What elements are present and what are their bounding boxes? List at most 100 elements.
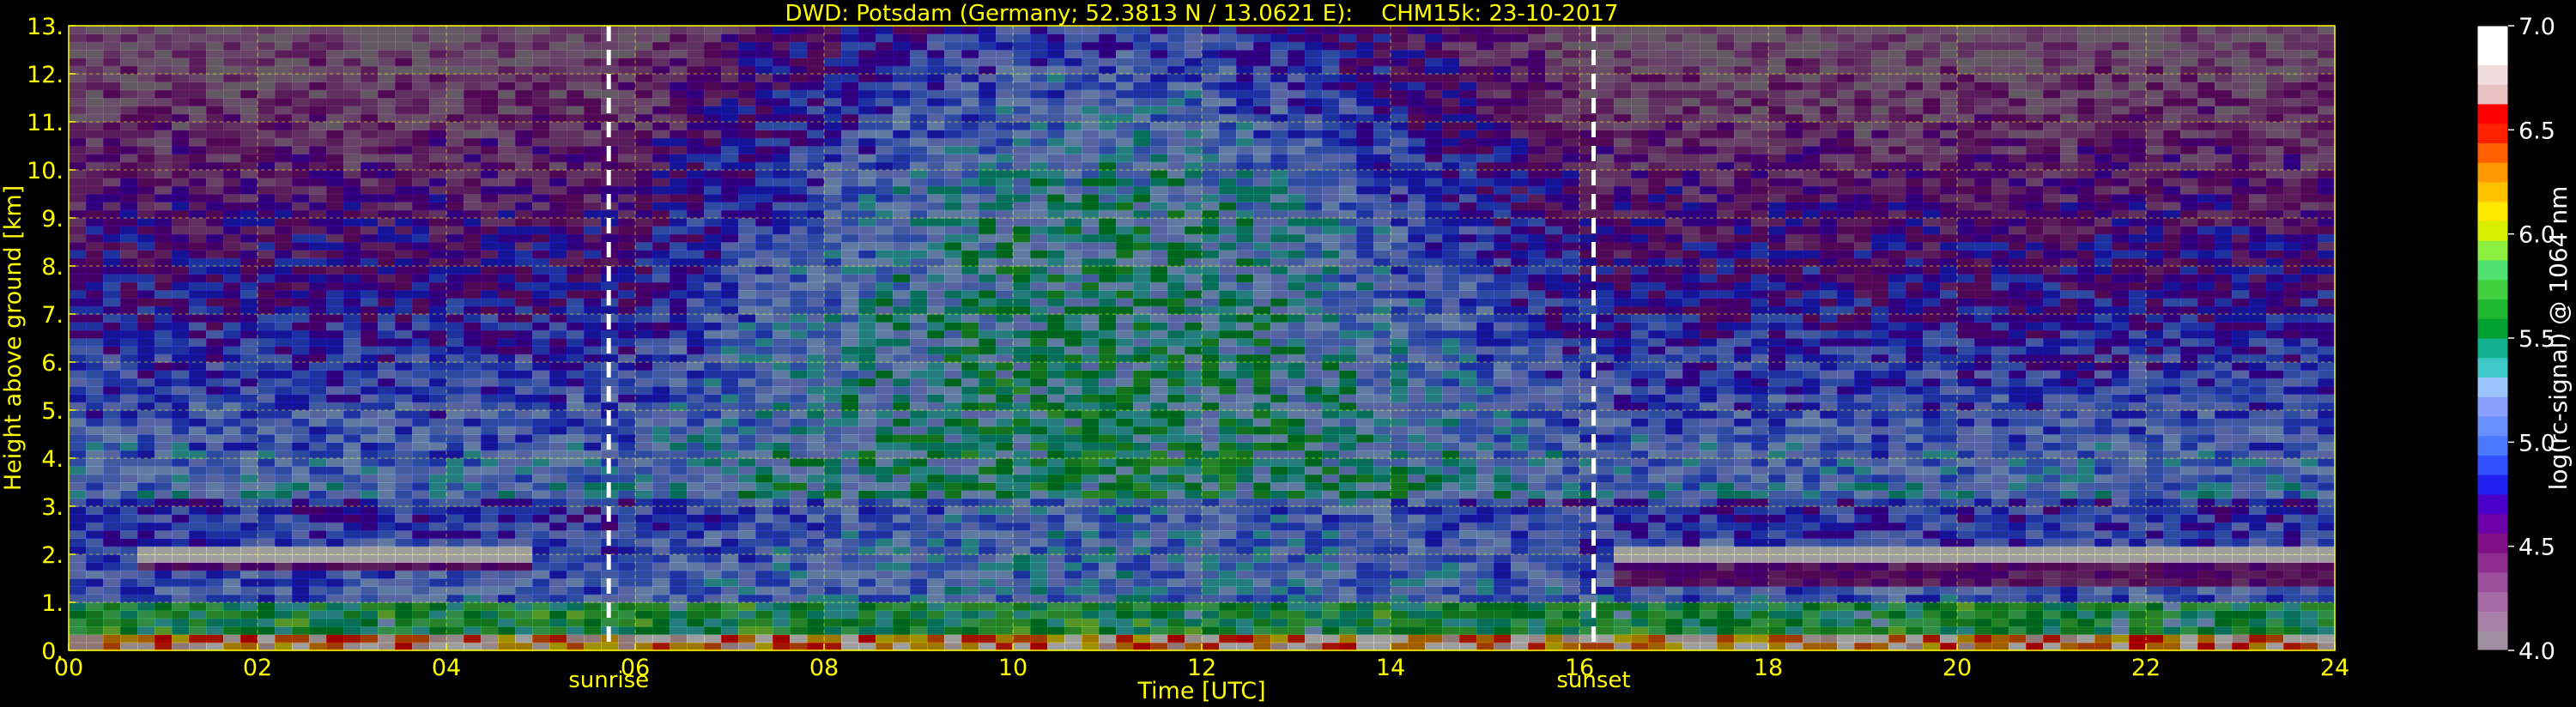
heatmap-cell: [961, 570, 979, 579]
heatmap-cell: [996, 218, 1014, 227]
heatmap-cell: [1013, 226, 1031, 235]
heatmap-cell: [515, 266, 533, 275]
heatmap-cell: [275, 410, 293, 419]
heatmap-cell: [137, 562, 155, 571]
heatmap-cell: [103, 362, 121, 371]
heatmap-cell: [1116, 122, 1134, 130]
heatmap-cell: [824, 298, 842, 307]
heatmap-cell: [755, 137, 773, 147]
heatmap-cell: [996, 554, 1014, 563]
heatmap-cell: [979, 634, 997, 644]
heatmap-cell: [687, 50, 705, 58]
heatmap-cell: [275, 194, 293, 202]
heatmap-cell: [1150, 65, 1168, 75]
heatmap-cell: [1047, 250, 1065, 259]
heatmap-cell: [515, 50, 533, 58]
heatmap-cell: [292, 402, 310, 411]
heatmap-cell: [1013, 185, 1031, 195]
heatmap-cell: [155, 113, 173, 123]
heatmap-cell: [876, 514, 894, 523]
heatmap-cell: [103, 242, 121, 251]
heatmap-cell: [1047, 586, 1065, 595]
heatmap-cell: [567, 137, 585, 147]
heatmap-cell: [1082, 218, 1100, 227]
heatmap-cell: [1116, 178, 1134, 187]
heatmap-cell: [721, 298, 739, 307]
heatmap-cell: [378, 410, 396, 419]
heatmap-cell: [412, 106, 430, 115]
heatmap-cell: [481, 386, 499, 395]
heatmap-cell: [309, 65, 327, 75]
heatmap-cell: [961, 466, 979, 475]
heatmap-cell: [1082, 290, 1100, 299]
heatmap-cell: [412, 586, 430, 595]
heatmap-cell: [240, 41, 258, 51]
heatmap-cell: [841, 386, 859, 395]
heatmap-cell: [481, 106, 499, 115]
heatmap-cell: [961, 33, 979, 43]
heatmap-cell: [1116, 209, 1134, 219]
heatmap-cell: [910, 450, 928, 459]
heatmap-cell: [172, 154, 190, 163]
heatmap-cell: [961, 354, 979, 363]
heatmap-cell: [223, 362, 241, 371]
heatmap-cell: [378, 466, 396, 475]
heatmap-cell: [944, 474, 962, 483]
heatmap-cell: [361, 602, 379, 611]
heatmap-cell: [258, 482, 276, 491]
heatmap-cell: [996, 434, 1014, 443]
heatmap-cell: [1133, 458, 1151, 467]
heatmap-cell: [326, 202, 344, 211]
heatmap-cell: [670, 154, 688, 163]
heatmap-cell: [515, 530, 533, 539]
heatmap-cell: [1030, 570, 1048, 579]
heatmap-cell: [618, 178, 636, 187]
heatmap-cell: [790, 170, 808, 178]
heatmap-cell: [498, 194, 516, 202]
heatmap-cell: [652, 146, 670, 154]
heatmap-cell: [687, 202, 705, 211]
heatmap-cell: [172, 626, 190, 635]
heatmap-cell: [1030, 98, 1048, 106]
heatmap-cell: [155, 554, 173, 563]
heatmap-cell: [1133, 434, 1151, 443]
heatmap-cell: [343, 82, 361, 91]
heatmap-cell: [670, 562, 688, 571]
heatmap-cell: [841, 442, 859, 451]
heatmap-cell: [1150, 50, 1168, 58]
heatmap-cell: [1116, 554, 1134, 563]
heatmap-cell: [1064, 33, 1082, 43]
heatmap-cell: [343, 514, 361, 523]
heatmap-cell: [429, 586, 447, 595]
heatmap-cell: [1013, 314, 1031, 323]
heatmap-cell: [704, 194, 722, 202]
heatmap-cell: [927, 146, 945, 154]
heatmap-cell: [824, 434, 842, 443]
heatmap-cell: [309, 378, 327, 387]
heatmap-cell: [1133, 178, 1151, 187]
heatmap-cell: [343, 466, 361, 475]
heatmap-cell: [944, 170, 962, 178]
heatmap-cell: [412, 185, 430, 195]
heatmap-cell: [807, 226, 825, 235]
heatmap-cell: [172, 466, 190, 475]
heatmap-cell: [910, 33, 928, 43]
heatmap-cell: [1150, 106, 1168, 115]
heatmap-cell: [429, 426, 447, 435]
heatmap-cell: [549, 314, 567, 323]
heatmap-cell: [86, 490, 104, 499]
heatmap-cell: [515, 426, 533, 435]
heatmap-cell: [584, 562, 602, 571]
heatmap-cell: [275, 434, 293, 443]
heatmap-cell: [343, 266, 361, 275]
heatmap-cell: [1167, 626, 1185, 635]
heatmap-cell: [635, 274, 653, 283]
heatmap-cell: [395, 626, 413, 635]
heatmap-cell: [910, 634, 928, 644]
heatmap-cell: [155, 402, 173, 411]
heatmap-cell: [361, 329, 379, 339]
heatmap-cell: [206, 602, 224, 611]
heatmap-cell: [258, 562, 276, 571]
heatmap-cell: [172, 474, 190, 483]
heatmap-cell: [498, 57, 516, 67]
